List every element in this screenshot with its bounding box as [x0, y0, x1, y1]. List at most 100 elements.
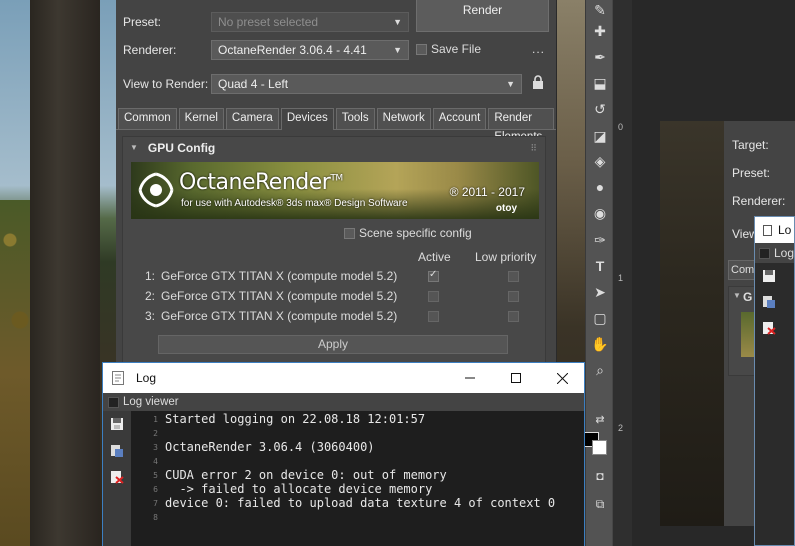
secondary-log-titlebar[interactable]: Lo: [755, 217, 794, 243]
save-file-option[interactable]: Save File: [416, 42, 481, 56]
log-viewer-checkbox[interactable]: [108, 396, 119, 408]
render-setup-tabs: Common Kernel Camera Devices Tools Netwo…: [118, 108, 556, 143]
tab-common[interactable]: Common: [118, 108, 177, 129]
brush-tool-icon[interactable]: ✒: [590, 47, 610, 67]
screen-mode-icon[interactable]: ⧉: [590, 494, 610, 514]
gpu-device-row: 2: GeForce GTX TITAN X (compute model 5.…: [145, 287, 535, 305]
maximize-button[interactable]: [493, 363, 539, 393]
preset-row: Preset:: [123, 11, 211, 33]
log-side-toolbar: [103, 411, 131, 546]
swap-colors-icon[interactable]: ⇄: [590, 410, 610, 430]
line-number: 5: [153, 471, 158, 480]
tab-camera[interactable]: Camera: [225, 108, 279, 129]
preset-dropdown[interactable]: No preset selected ▼: [211, 12, 409, 32]
line-number: 4: [153, 457, 158, 466]
banner-product-name: OctaneRenderTM: [179, 170, 343, 195]
log-line: device 0: failed to upload data texture …: [165, 496, 556, 510]
tab-kernel[interactable]: Kernel: [178, 108, 224, 129]
chevron-down-icon: ▼: [393, 17, 402, 27]
log-text-area[interactable]: Started logging on 22.08.18 12:01:57 Oct…: [161, 411, 584, 546]
device-low-priority-checkbox[interactable]: [508, 271, 519, 282]
save-icon[interactable]: [762, 269, 776, 283]
banner-years: ® 2011 - 2017: [449, 185, 525, 199]
tab-account[interactable]: Account: [432, 108, 487, 129]
chevron-down-icon: ▼: [393, 45, 402, 55]
tab-render-elements[interactable]: Render Elements: [488, 108, 554, 143]
type-tool-icon[interactable]: T: [590, 256, 610, 276]
clone-stamp-tool-icon[interactable]: ⬓: [590, 73, 610, 93]
gpu-config-header[interactable]: ▼ GPU Config: [130, 141, 215, 155]
pen-tool-icon[interactable]: ✑: [590, 230, 610, 250]
background-color-swatch[interactable]: [592, 440, 607, 455]
rectangle-tool-icon[interactable]: ▢: [590, 308, 610, 328]
hand-tool-icon[interactable]: ✋: [590, 334, 610, 354]
eraser-tool-icon[interactable]: ◪: [590, 126, 610, 146]
save-file-checkbox[interactable]: [416, 43, 427, 55]
blur-tool-icon[interactable]: ●: [590, 177, 610, 197]
line-number: 2: [153, 429, 158, 438]
paint-bucket-tool-icon[interactable]: ◈: [590, 151, 610, 171]
gpu-device-row: 3: GeForce GTX TITAN X (compute model 5.…: [145, 307, 535, 325]
rollout-title: G: [743, 290, 753, 304]
octane-banner: OctaneRenderTM for use with Autodesk® 3d…: [131, 162, 539, 219]
device-active-checkbox[interactable]: [428, 291, 439, 302]
log-window: Log Log viewer 1 2 3 4 5 6 7 8 Started l…: [102, 362, 585, 546]
preset-value: No preset selected: [218, 15, 319, 29]
tab-tools[interactable]: Tools: [335, 108, 375, 129]
vertical-ruler: 0 1 2: [612, 0, 632, 546]
scene-specific-checkbox[interactable]: [344, 227, 355, 239]
log-viewer-checkbox[interactable]: [759, 247, 770, 259]
copy-icon[interactable]: [110, 444, 124, 458]
view-to-render-dropdown[interactable]: Quad 4 - Left ▼: [211, 74, 522, 94]
device-active-checkbox[interactable]: [428, 311, 439, 322]
healing-brush-tool-icon[interactable]: ✚: [590, 21, 610, 41]
clear-log-icon[interactable]: [762, 321, 776, 335]
log-toolbar: Log viewer: [103, 393, 584, 411]
clear-log-icon[interactable]: [110, 470, 124, 484]
renderer-label: Renderer:: [123, 43, 177, 57]
gpu-device-row: 1: GeForce GTX TITAN X (compute model 5.…: [145, 267, 535, 285]
secondary-log-title: Lo: [778, 223, 792, 237]
quick-mask-icon[interactable]: ◘: [590, 466, 610, 486]
otoy-logo: otoy: [495, 203, 517, 214]
history-brush-tool-icon[interactable]: ↺: [590, 99, 610, 119]
active-column-header: Active: [418, 250, 451, 264]
zoom-tool-icon[interactable]: ⌕: [590, 360, 610, 380]
copy-icon[interactable]: [762, 295, 776, 309]
gpu-config-rollout: ▼ GPU Config ⠿ OctaneRenderTM for use wi…: [122, 136, 546, 370]
scene-specific-label: Scene specific config: [359, 226, 472, 240]
ruler-mark: 1: [618, 273, 624, 283]
device-active-checkbox[interactable]: [428, 269, 439, 282]
apply-button[interactable]: Apply: [158, 335, 508, 354]
minimize-icon: [465, 377, 475, 379]
log-titlebar[interactable]: Log: [103, 363, 584, 393]
log-viewer-label: Log: [773, 246, 794, 260]
renderer-dropdown[interactable]: OctaneRender 3.06.4 - 4.41 ▼: [211, 40, 409, 60]
low-priority-column-header: Low priority: [475, 250, 537, 264]
save-file-label: Save File: [431, 42, 482, 56]
path-selection-tool-icon[interactable]: ➤: [590, 282, 610, 302]
device-number: 3:: [145, 309, 156, 323]
minimize-button[interactable]: [447, 363, 493, 393]
dodge-tool-icon[interactable]: ◉: [590, 203, 610, 223]
drag-grip-icon[interactable]: ⠿: [530, 143, 537, 154]
log-line: CUDA error 2 on device 0: out of memory: [165, 468, 447, 482]
close-button[interactable]: [539, 363, 585, 393]
target-label: Target:: [732, 138, 769, 152]
renderer-label: Renderer:: [732, 194, 786, 208]
scene-specific-option[interactable]: Scene specific config: [344, 226, 472, 240]
maximize-icon: [511, 373, 521, 383]
lock-icon[interactable]: [532, 75, 544, 89]
device-name: GeForce GTX TITAN X (compute model 5.2): [161, 269, 398, 283]
save-icon[interactable]: [110, 417, 124, 431]
log-line: -> failed to allocate device memory: [165, 482, 433, 496]
view-to-render-label: View to Render:: [123, 77, 209, 91]
tab-devices[interactable]: Devices: [280, 108, 334, 130]
render-button[interactable]: Render: [416, 0, 549, 32]
renderer-value: OctaneRender 3.06.4 - 4.41: [218, 43, 367, 57]
device-low-priority-checkbox[interactable]: [508, 291, 519, 302]
tab-network[interactable]: Network: [376, 108, 431, 129]
device-low-priority-checkbox[interactable]: [508, 311, 519, 322]
eyedropper-tool-icon[interactable]: ✎: [590, 0, 610, 20]
more-button[interactable]: ...: [532, 42, 545, 56]
